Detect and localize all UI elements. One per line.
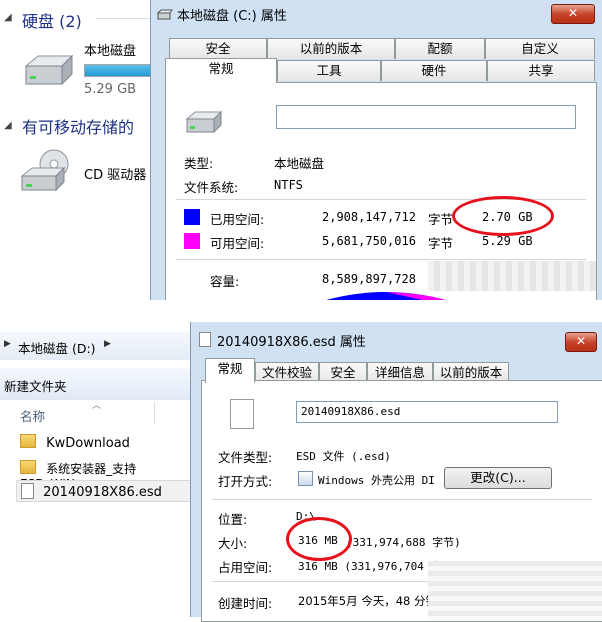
highlight-circle (452, 196, 554, 236)
blurred-watermark (428, 261, 596, 291)
used-space-label: 已用空间: (210, 212, 265, 227)
chevron-right-icon: ▶ (104, 339, 111, 349)
file-type-label: 文件类型: (218, 450, 273, 465)
folder-icon (20, 460, 36, 474)
tab-sharing[interactable]: 共享 (487, 60, 595, 81)
blurred-watermark (428, 561, 602, 621)
used-space-bytes: 2,908,147,712 (322, 210, 416, 224)
tab-security[interactable]: 安全 (169, 38, 267, 59)
hard-drive-icon (24, 54, 74, 86)
tab-quota[interactable]: 配额 (395, 38, 485, 59)
divider (176, 259, 586, 260)
capacity-bytes: 8,589,897,728 (322, 272, 416, 286)
chevron-right-icon: ▶ (4, 339, 11, 349)
screenshot-gap (0, 300, 602, 322)
size-bytes: (331,974,688 字节) (346, 536, 461, 549)
hard-disk-section-title[interactable]: 硬盘 (2) (22, 8, 82, 32)
section-divider (95, 18, 155, 19)
free-space-bytes: 5,681,750,016 (322, 234, 416, 248)
change-button[interactable]: 更改(C)... (444, 467, 552, 489)
list-item-selected[interactable]: 20140918X86.esd (16, 480, 192, 502)
tab-previous-versions[interactable]: 以前的版本 (267, 38, 395, 59)
divider (212, 499, 592, 500)
list-item[interactable]: KwDownload (20, 434, 130, 451)
cd-drive-label: CD 驱动器 (84, 168, 147, 183)
sort-arrow-icon: ︿ (92, 401, 102, 411)
file-small-icon (199, 332, 211, 347)
free-space-gb: 5.29 GB (482, 234, 533, 248)
window-title: 20140918X86.esd 属性 (217, 335, 366, 350)
drive-name-input[interactable] (276, 105, 576, 129)
capacity-label: 容量: (210, 274, 240, 289)
drive-small-icon (157, 9, 173, 20)
top-explorer-pane: ◢ 硬盘 (2) 本地磁盘 5.29 GB ◢ 有可移动存储的 CD 驱动器 (0, 0, 160, 300)
tab-hardware[interactable]: 硬件 (381, 60, 487, 81)
collapse-arrow-icon[interactable]: ◢ (4, 120, 12, 131)
size-on-disk-label: 占用空间: (218, 560, 273, 575)
file-type-value: ESD 文件 (.esd) (296, 450, 391, 463)
created-label: 创建时间: (218, 596, 273, 611)
cd-drive-icon (20, 149, 69, 192)
disk-usage-bar (84, 64, 152, 77)
esd-file-properties-window: 20140918X86.esd 属性 ✕ 常规 文件校验 安全 详细信息 以前的… (190, 322, 602, 622)
column-header: 名称 ︿ (0, 401, 190, 425)
tab-general[interactable]: 常规 (205, 358, 255, 383)
created-value: 2015年5月 今天，48 分钟 (298, 594, 438, 608)
file-large-icon (230, 399, 254, 429)
open-with-label: 打开方式: (218, 474, 273, 489)
filesystem-label: 文件系统: (184, 180, 239, 195)
free-space-swatch (184, 233, 200, 249)
used-space-unit: 字节 (428, 212, 454, 227)
type-label: 类型: (184, 156, 214, 171)
tab-general[interactable]: 常规 (165, 58, 277, 83)
tab-customize[interactable]: 自定义 (485, 38, 595, 59)
file-icon (21, 483, 34, 499)
general-tab-panel: 20140918X86.esd 文件类型: ESD 文件 (.esd) 打开方式… (201, 380, 602, 622)
column-divider (154, 402, 155, 424)
general-tab-panel: 类型: 本地磁盘 文件系统: NTFS 已用空间: 2,908,147,712 … (165, 82, 597, 334)
window-title: 本地磁盘 (C:) 属性 (177, 9, 287, 24)
location-label: 位置: (218, 512, 248, 527)
app-icon (298, 471, 313, 486)
address-bar[interactable]: ▶ 本地磁盘 (D:) ▶ (0, 332, 190, 360)
removable-section-title[interactable]: 有可移动存储的 (22, 114, 134, 138)
new-folder-button[interactable]: 新建文件夹 (4, 376, 67, 395)
filename-input[interactable]: 20140918X86.esd (296, 401, 558, 423)
local-disk-label: 本地磁盘 (84, 44, 137, 59)
highlight-circle (286, 517, 352, 561)
collapse-arrow-icon[interactable]: ◢ (4, 12, 12, 23)
free-space-label: 可用空间: (210, 236, 265, 251)
breadcrumb[interactable]: 本地磁盘 (D:) (18, 338, 96, 357)
local-disk-free: 5.29 GB (84, 82, 137, 97)
cd-drive-item[interactable]: CD 驱动器 (0, 148, 160, 198)
close-button[interactable]: ✕ (565, 332, 597, 352)
column-name-header[interactable]: 名称 (20, 406, 45, 425)
close-button[interactable]: ✕ (551, 4, 595, 24)
file-name: 20140918X86.esd (43, 485, 162, 500)
free-space-unit: 字节 (428, 236, 454, 251)
used-space-swatch (184, 209, 200, 225)
folder-icon (20, 434, 36, 448)
local-disk-item[interactable]: 本地磁盘 5.29 GB (0, 38, 160, 100)
filesystem-value: NTFS (274, 178, 303, 192)
hard-drive-icon (185, 110, 223, 134)
file-name: KwDownload (46, 436, 130, 451)
bottom-explorer-pane: ▶ 本地磁盘 (D:) ▶ 新建文件夹 名称 ︿ KwDownload 系统安装… (0, 322, 192, 617)
drive-c-properties-window: 本地磁盘 (C:) 属性 ✕ 安全 以前的版本 配额 自定义 常规 工具 硬件 … (150, 0, 602, 334)
type-value: 本地磁盘 (274, 156, 325, 171)
open-with-value: Windows 外壳公用 DI (318, 474, 435, 487)
tab-tools[interactable]: 工具 (277, 60, 381, 81)
size-label: 大小: (218, 536, 248, 551)
command-bar: 新建文件夹 (0, 368, 190, 400)
